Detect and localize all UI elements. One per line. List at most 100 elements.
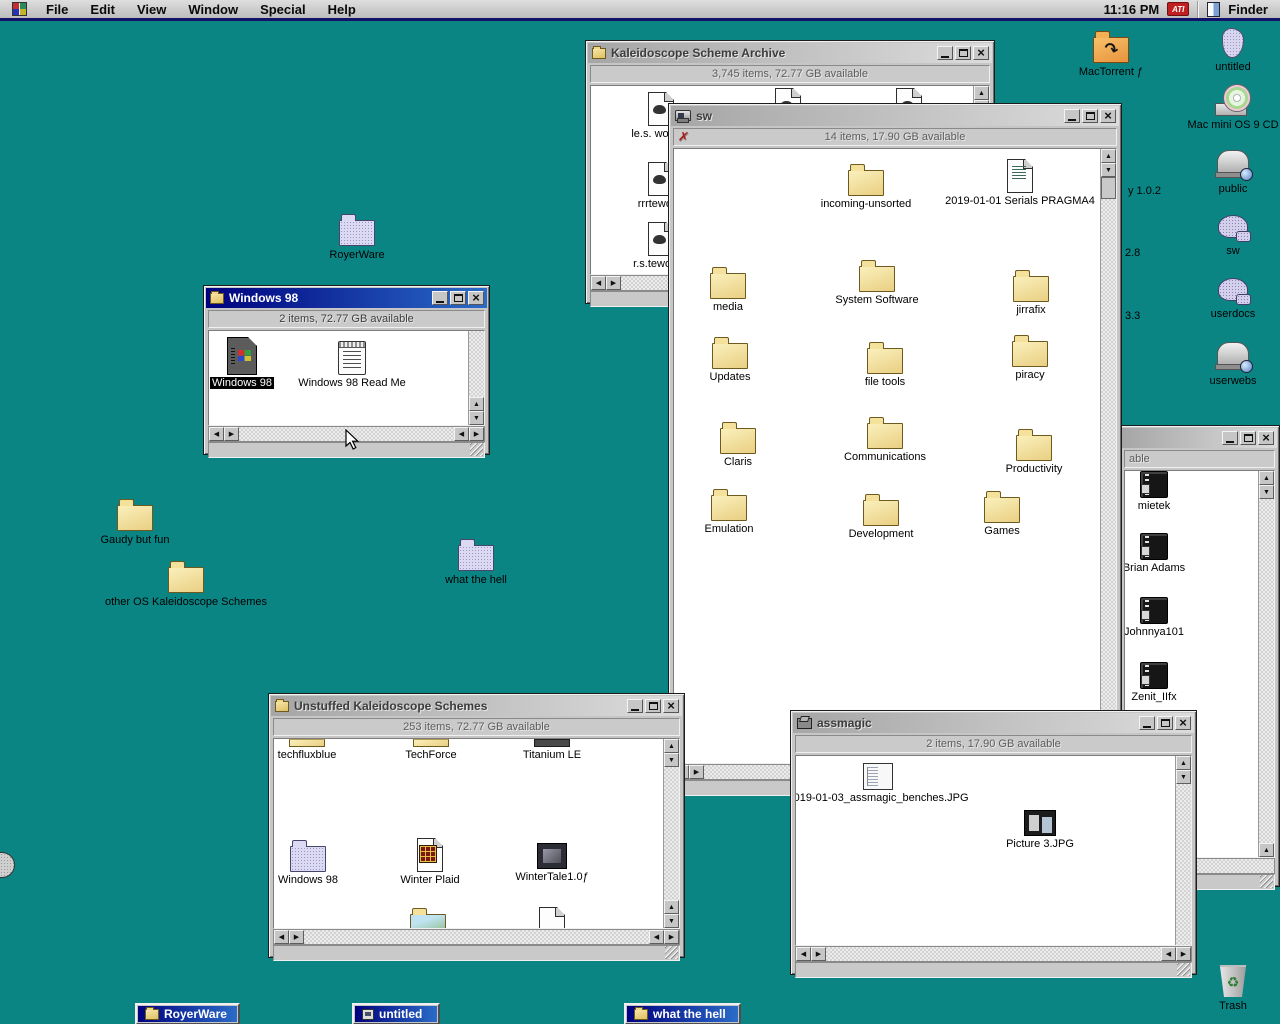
close-button[interactable] [1258,431,1274,445]
file-item[interactable]: System Software [822,259,932,306]
file-item[interactable]: Productivity [979,428,1089,475]
scroll-left-button[interactable] [591,276,606,290]
scrollbar-thumb[interactable] [1101,177,1116,199]
scroll-right-button[interactable] [689,765,704,779]
popup-tab-royerware[interactable]: RoyerWare [135,1003,240,1024]
scroll-down-button[interactable] [1101,163,1116,177]
titlebar[interactable]: Windows 98 [206,288,487,308]
file-item[interactable]: jirrafix [976,269,1086,316]
close-button[interactable] [663,699,679,713]
file-item[interactable]: Picture 3.JPG [980,810,1100,850]
scroll-down-button[interactable] [664,753,679,767]
minimize-button[interactable] [627,699,643,713]
popup-tab-what-the-hell[interactable]: what the hell [624,1003,741,1024]
file-item[interactable]: TechForce [381,739,481,761]
scroll-down-button[interactable] [469,411,484,425]
file-item[interactable]: Brian Adams [1124,533,1199,574]
titlebar[interactable]: Unstuffed Kaleidoscope Schemes [271,696,682,716]
scroll-right-button[interactable] [664,930,679,944]
desktop-icon-untitled[interactable]: untitled [1193,28,1273,73]
maximize-button[interactable] [645,699,661,713]
titlebar[interactable]: sw [671,106,1119,126]
scroll-up-button[interactable] [974,86,989,100]
window-unstuffed[interactable]: Unstuffed Kaleidoscope Schemes 253 items… [268,693,685,958]
file-item-selected[interactable]: Windows 98 [208,337,280,389]
scroll-right-button[interactable] [289,930,304,944]
window-sw[interactable]: sw ✗ 14 items, 17.90 GB available incomi… [668,103,1122,793]
minimize-button[interactable] [1064,109,1080,123]
file-item[interactable]: Johnnya101 [1124,597,1199,638]
desktop-icon-royerware[interactable]: RoyerWare [317,213,397,261]
resize-grip[interactable] [470,443,483,456]
resize-grip[interactable] [1260,875,1273,888]
scroll-up-button[interactable] [1101,149,1116,163]
scroll-down-button[interactable] [1259,485,1274,499]
menu-special[interactable]: Special [249,2,317,17]
desktop-icon-cd[interactable]: Mac mini OS 9 CD [1183,84,1280,131]
menu-file[interactable]: File [35,2,79,17]
scroll-up-button[interactable] [1176,756,1191,770]
file-item[interactable]: Winter Plaid [380,838,480,886]
document-icon[interactable] [539,907,565,929]
file-item[interactable]: Development [826,493,936,540]
minimize-button[interactable] [1139,716,1155,730]
close-button[interactable] [1175,716,1191,730]
scroll-up-button[interactable] [664,739,679,753]
file-item[interactable]: piracy [975,334,1085,381]
file-item[interactable]: incoming-unsorted [811,163,921,210]
file-item[interactable]: Games [947,490,1057,537]
vertical-scrollbar[interactable] [663,739,679,928]
file-item[interactable]: Windows 98 [273,839,358,886]
scroll-up-button[interactable] [664,900,679,914]
file-item[interactable]: Claris [683,421,793,468]
file-item[interactable]: Titanium LE [502,739,602,761]
scroll-left-button[interactable] [454,427,469,441]
close-button[interactable] [468,291,484,305]
scroll-left-button[interactable] [274,930,289,944]
popup-tab-untitled[interactable]: untitled [352,1003,440,1024]
scroll-left-button[interactable] [209,427,224,441]
image-folder-icon[interactable] [410,914,446,929]
maximize-button[interactable] [1240,431,1256,445]
file-item[interactable]: Zenit_IIfx [1124,662,1199,703]
minimize-button[interactable] [937,46,953,60]
maximize-button[interactable] [955,46,971,60]
horizontal-scrollbar[interactable] [273,929,680,945]
titlebar[interactable]: Kaleidoscope Scheme Archive [588,43,992,63]
scroll-right-button[interactable] [606,276,621,290]
scroll-down-button[interactable] [664,914,679,928]
horizontal-scrollbar[interactable] [795,946,1192,962]
scroll-down-button[interactable] [1176,770,1191,784]
desktop-icon-mactorrent[interactable]: MacTorrent ƒ [1068,30,1154,78]
file-item[interactable]: Windows 98 Read Me [287,341,417,389]
menu-clock[interactable]: 11:16 PM [1104,2,1160,17]
ati-icon[interactable]: ATI [1167,2,1189,16]
titlebar[interactable]: assmagic [793,713,1194,733]
desktop-icon-other-os[interactable]: other OS Kaleidoscope Schemes [101,560,271,608]
desktop-icon-public[interactable]: public [1193,150,1273,195]
menu-view[interactable]: View [126,2,177,17]
minimize-button[interactable] [432,291,448,305]
scroll-left-button[interactable] [796,947,811,961]
vertical-scrollbar[interactable] [1100,149,1116,763]
resize-grip[interactable] [1177,963,1190,976]
file-item[interactable]: WinterTale1.0ƒ [502,843,602,883]
maximize-button[interactable] [1082,109,1098,123]
file-item[interactable]: mietek [1124,471,1199,512]
finder-icon[interactable] [1207,2,1220,17]
minimize-button[interactable] [1222,431,1238,445]
titlebar[interactable] [1122,428,1277,448]
file-item[interactable]: file tools [830,341,940,388]
menu-edit[interactable]: Edit [79,2,126,17]
file-item[interactable]: 2019-01-01 Serials PRAGMA4 [935,159,1105,207]
scroll-left-button[interactable] [649,930,664,944]
scroll-right-button[interactable] [224,427,239,441]
close-button[interactable] [1100,109,1116,123]
scroll-right-button[interactable] [469,427,484,441]
desktop-icon-gaudy[interactable]: Gaudy but fun [92,498,178,546]
application-menu[interactable]: Finder [1228,2,1268,17]
file-item[interactable]: techfluxblue [273,739,357,761]
scroll-up-button[interactable] [1259,471,1274,485]
desktop-icon-what-the-hell[interactable]: what the hell [433,538,519,586]
file-item[interactable]: Communications [825,416,945,463]
